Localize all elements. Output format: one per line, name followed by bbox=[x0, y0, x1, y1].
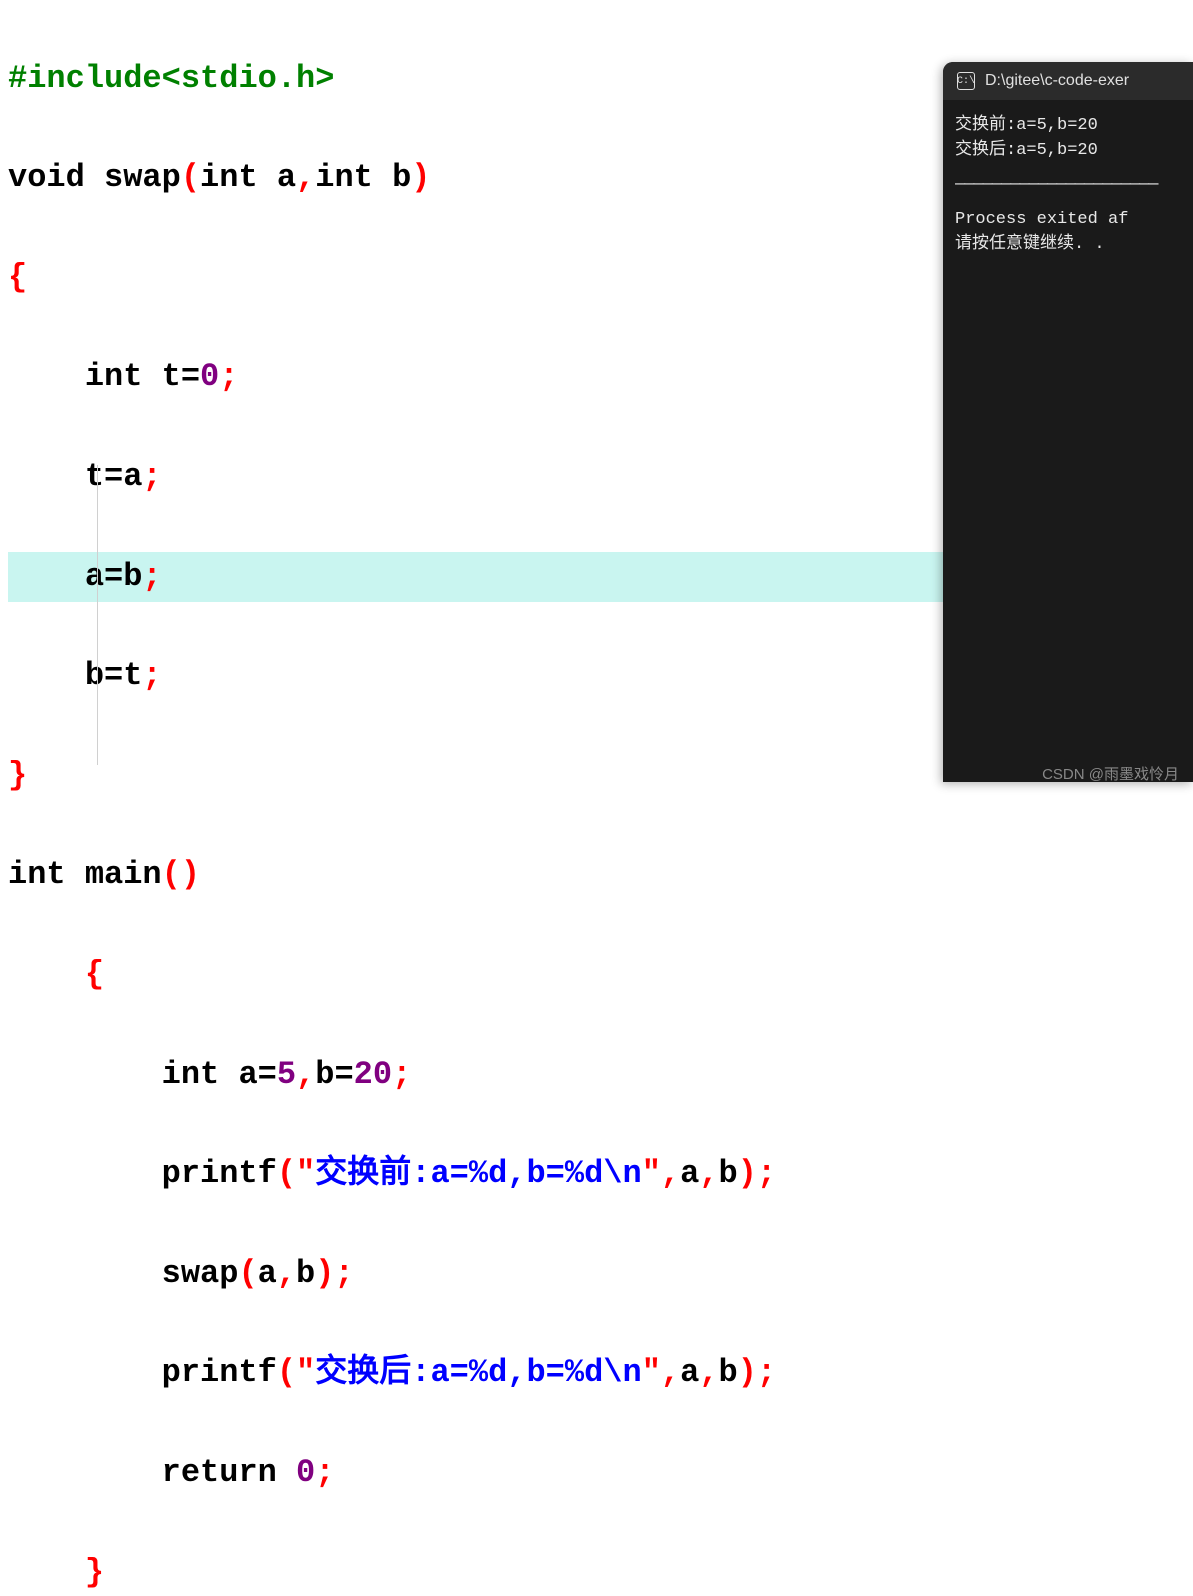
code-line: { bbox=[8, 950, 1185, 1000]
watermark: CSDN @雨墨戏怜月 bbox=[1042, 763, 1179, 784]
output-line: 交换前:a=5,b=20 bbox=[955, 114, 1181, 139]
console-output[interactable]: 交换前:a=5,b=20 交换后:a=5,b=20 ——————————————… bbox=[943, 100, 1193, 271]
header-include: <stdio.h> bbox=[162, 60, 335, 97]
output-line: Process exited af bbox=[955, 208, 1181, 233]
output-line: 请按任意键继续. . bbox=[955, 233, 1181, 258]
console-window[interactable]: C:\ D:\gitee\c-code-exer 交换前:a=5,b=20 交换… bbox=[943, 62, 1193, 782]
code-line: int a=5,b=20; bbox=[8, 1050, 1185, 1100]
console-title: D:\gitee\c-code-exer bbox=[985, 72, 1129, 90]
code-line: printf("交换后:a=%d,b=%d\n",a,b); bbox=[8, 1348, 1185, 1398]
output-line: 交换后:a=5,b=20 bbox=[955, 139, 1181, 164]
output-divider: —————————————————————— bbox=[955, 173, 1181, 198]
indent-guide bbox=[97, 465, 98, 765]
code-line: return 0; bbox=[8, 1448, 1185, 1498]
code-line: printf("交换前:a=%d,b=%d\n",a,b); bbox=[8, 1149, 1185, 1199]
code-line: int main() bbox=[8, 850, 1185, 900]
terminal-icon: C:\ bbox=[957, 72, 975, 90]
preprocessor: #include bbox=[8, 60, 162, 97]
console-titlebar[interactable]: C:\ D:\gitee\c-code-exer bbox=[943, 62, 1193, 100]
code-line: swap(a,b); bbox=[8, 1249, 1185, 1299]
code-line: } bbox=[8, 1548, 1185, 1596]
